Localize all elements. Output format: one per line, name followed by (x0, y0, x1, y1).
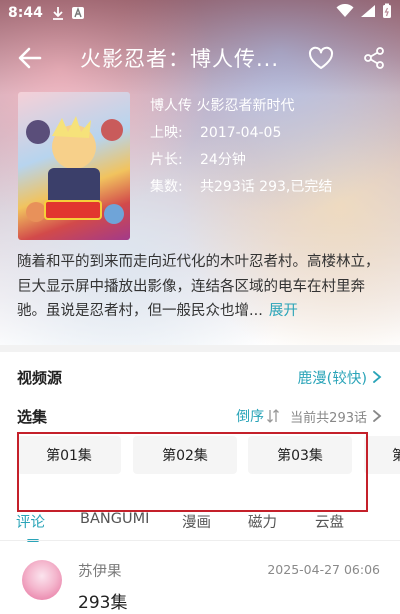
heart-icon (308, 46, 334, 69)
info-episodes: 集数: 共293话 293,已完结 (150, 174, 332, 201)
episode-select-label: 选集 (17, 407, 48, 426)
info-release-value: 2017-04-05 (200, 125, 282, 141)
poster-image (18, 92, 130, 240)
poster-logo (44, 200, 102, 220)
info-duration: 片长: 24分钟 (150, 147, 332, 174)
comment-item: 苏伊果 2025-04-27 06:06 293集 (0, 550, 400, 614)
info-episodes-label: 集数: (150, 179, 183, 195)
sort-icon (267, 409, 280, 423)
episode-count-info: 当前共293话 (290, 410, 367, 426)
download-icon (51, 6, 65, 20)
status-bar: 8:44 (0, 0, 400, 26)
share-button[interactable] (362, 46, 386, 70)
tab-comments[interactable]: 评论 (16, 511, 45, 532)
description-text: 随着和平的到来而走向近代化的木叶忍者村。高楼林立，巨大显示屏中播放出影像，连结各… (17, 254, 380, 319)
page-title: 火影忍者：博人传... (80, 47, 280, 71)
status-time: 8:44 (8, 5, 43, 21)
back-arrow-icon (18, 47, 42, 69)
signal-icon (360, 4, 376, 22)
highlight-box (17, 432, 368, 512)
tab-manga[interactable]: 漫画 (182, 511, 211, 532)
tabs-divider (0, 540, 400, 541)
tab-magnet[interactable]: 磁力 (248, 511, 277, 532)
comment-text: 293集 (78, 593, 128, 613)
chevron-right-icon[interactable] (371, 409, 383, 423)
back-button[interactable] (16, 44, 44, 72)
section-divider (0, 345, 400, 352)
expand-button[interactable]: 展开 (269, 303, 298, 319)
order-toggle-label: 倒序 (236, 409, 265, 425)
chevron-right-icon (373, 371, 382, 383)
battery-icon (382, 3, 392, 23)
wifi-icon (336, 3, 354, 22)
anime-info: 博人传 火影忍者新时代 上映: 2017-04-05 片长: 24分钟 集数: 共29… (150, 93, 332, 201)
description: 随着和平的到来而走向近代化的木叶忍者村。高楼林立，巨大显示屏中播放出影像，连结各… (17, 250, 383, 324)
info-release-label: 上映: (150, 125, 183, 141)
info-duration-value: 24分钟 (200, 152, 246, 168)
share-icon (364, 47, 384, 69)
favorite-button[interactable] (307, 44, 335, 72)
episode-button[interactable]: 第 (364, 436, 400, 474)
info-subtitle: 博人传 火影忍者新时代 (150, 98, 295, 114)
tab-bangumi[interactable]: BANGUMI (80, 511, 149, 527)
video-source-row[interactable]: 视频源 鹿漫(较快) (17, 362, 383, 392)
comment-timestamp: 2025-04-27 06:06 (267, 562, 380, 577)
order-toggle-button[interactable]: 倒序 (236, 406, 280, 426)
info-release: 上映: 2017-04-05 (150, 120, 332, 147)
top-bar: 火影忍者：博人传... (0, 30, 400, 86)
info-episodes-value: 共293话 293,已完结 (200, 179, 333, 195)
video-source-label: 视频源 (17, 368, 63, 387)
tab-cloud-drive[interactable]: 云盘 (315, 511, 344, 532)
comment-username[interactable]: 苏伊果 (78, 560, 122, 581)
episode-select-row: 选集 倒序 当前共293话 (17, 401, 383, 431)
video-source-value: 鹿漫(较快) (297, 370, 367, 387)
avatar[interactable] (22, 560, 62, 600)
app-notification-icon (71, 6, 85, 20)
info-duration-label: 片长: (150, 152, 183, 168)
